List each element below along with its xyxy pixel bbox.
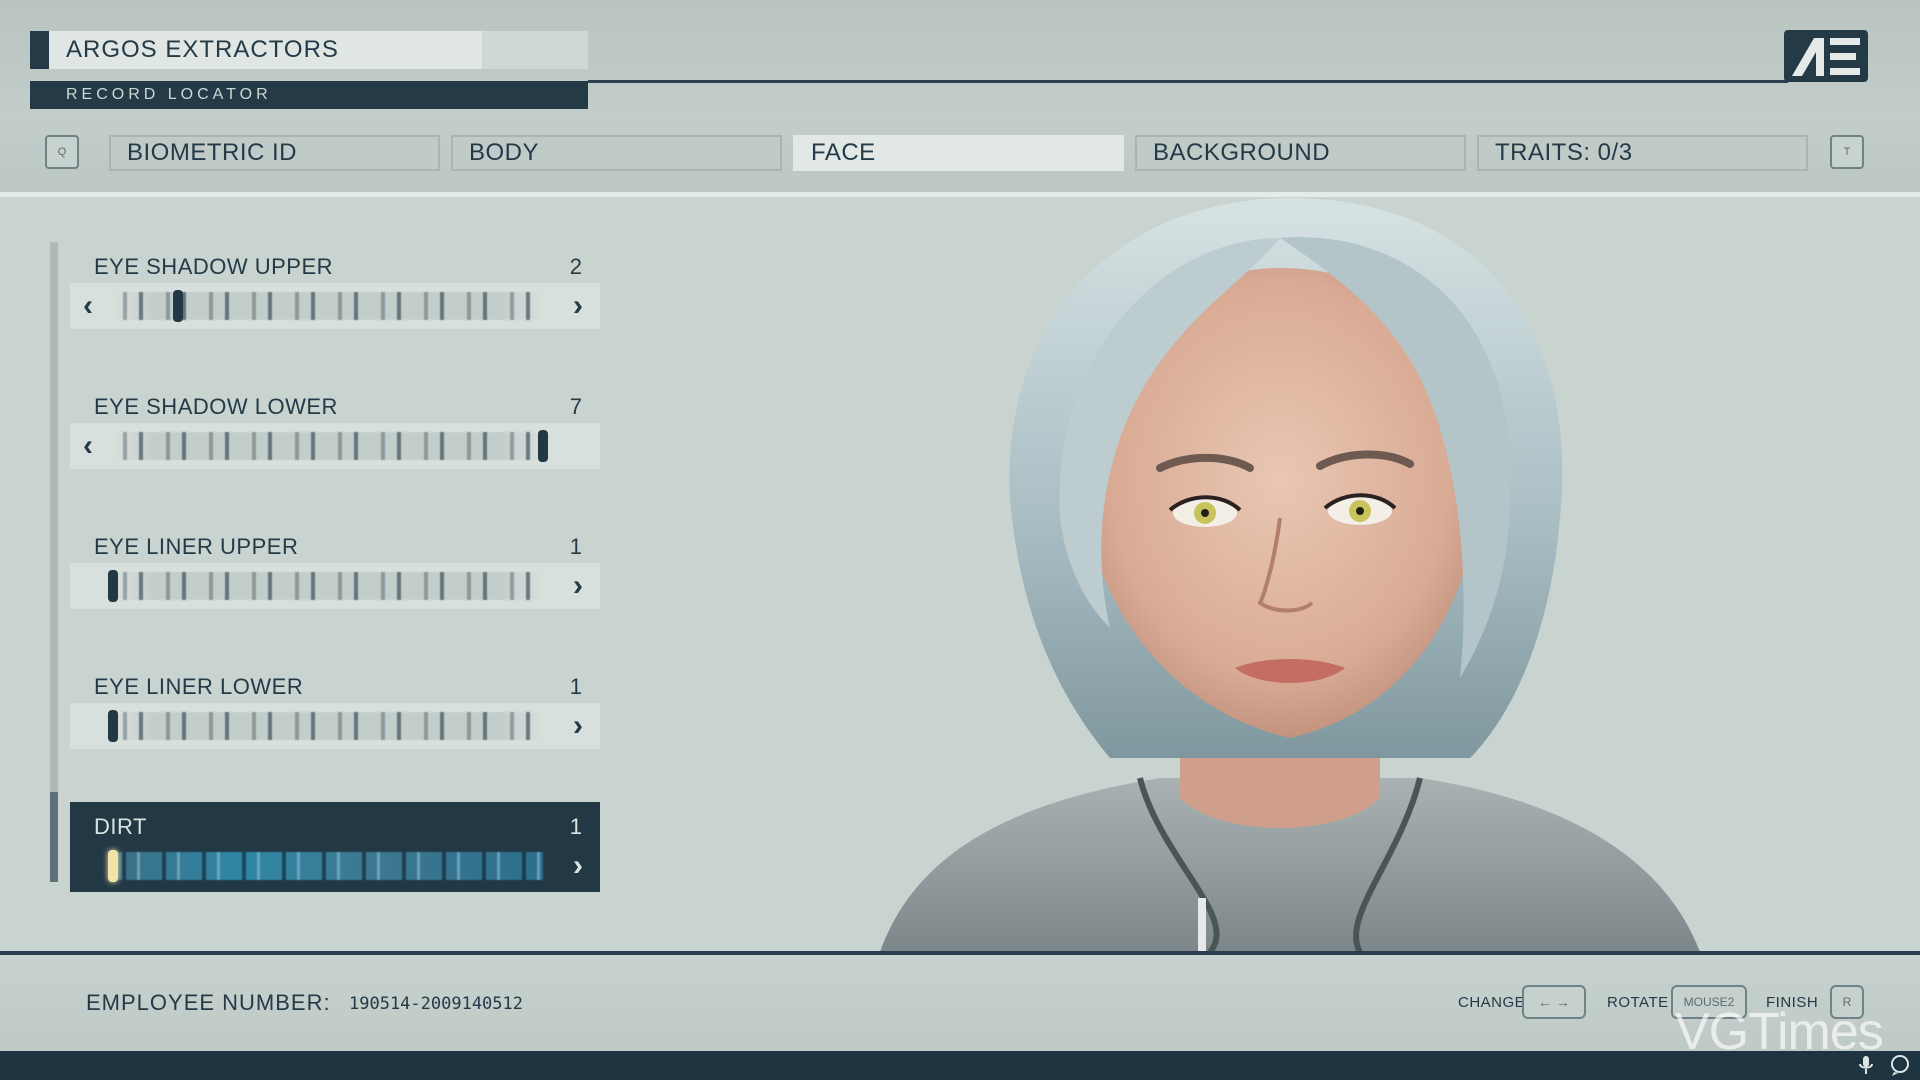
corp-name: ARGOS EXTRACTORS [66,36,339,63]
chevron-left-icon[interactable]: ‹ [76,426,100,466]
slider-track-eye-shadow-lower[interactable] [113,432,543,460]
slider-label-eye-liner-upper: EYE LINER UPPER [94,534,299,559]
slider-value-eye-liner-lower: 1 [569,674,582,699]
slider-value-eye-liner-upper: 1 [569,534,582,559]
header-divider [0,192,1920,197]
change-key[interactable]: ← → [1522,985,1586,1019]
employee-number-value: 190514-2009140512 [349,994,523,1014]
slider-list-scrollbar[interactable] [50,242,58,882]
prev-tab-key[interactable]: Q [45,135,79,169]
corp-name-box-extension [482,31,588,69]
tab-traits[interactable]: TRAITS: 0/3 [1477,135,1808,171]
chevron-right-icon[interactable]: › [566,706,590,746]
slider-handle-eye-liner-lower[interactable] [108,710,118,742]
tab-biometric-id[interactable]: BIOMETRIC ID [109,135,440,171]
corp-marker [30,31,49,69]
character-portrait[interactable] [860,198,1720,952]
change-hint-label: CHANGE [1458,994,1526,1011]
tab-background[interactable]: BACKGROUND [1135,135,1466,171]
slider-handle-eye-shadow-lower[interactable] [538,430,548,462]
chevron-left-icon[interactable]: ‹ [76,286,100,326]
slider-handle-eye-shadow-upper[interactable] [172,290,183,322]
slider-value-dirt: 1 [569,814,582,839]
rotate-hint-label: ROTATE [1607,994,1669,1011]
slider-label-dirt: DIRT [94,814,147,839]
slider-track-eye-liner-upper[interactable] [113,572,543,600]
slider-label-eye-shadow-lower: EYE SHADOW LOWER [94,394,338,419]
slider-handle-dirt[interactable] [108,850,118,882]
chevron-right-icon[interactable]: › [566,846,590,886]
employee-number-label: EMPLOYEE NUMBER: [86,990,331,1015]
chevron-right-icon[interactable]: › [566,286,590,326]
slider-value-eye-shadow-lower: 7 [569,394,582,419]
header-rule [588,80,1788,83]
chevron-right-icon[interactable]: › [566,566,590,606]
ae-logo-icon [1784,30,1868,82]
tab-body[interactable]: BODY [451,135,782,171]
bottom-strip [0,1051,1920,1080]
tab-face[interactable]: FACE [793,135,1124,171]
record-locator-label: RECORD LOCATOR [66,86,272,103]
slider-handle-eye-liner-upper[interactable] [108,570,118,602]
slider-label-eye-liner-lower: EYE LINER LOWER [94,674,304,699]
slider-list-scroll-thumb[interactable] [50,792,58,882]
next-tab-key[interactable]: T [1830,135,1864,169]
slider-track-eye-liner-lower[interactable] [113,712,543,740]
slider-label-eye-shadow-upper: EYE SHADOW UPPER [94,254,334,279]
chat-bubble-icon [1891,1055,1909,1076]
slider-track-dirt[interactable] [113,852,543,880]
slider-value-eye-shadow-upper: 2 [569,254,582,279]
microphone-icon [1859,1056,1873,1074]
